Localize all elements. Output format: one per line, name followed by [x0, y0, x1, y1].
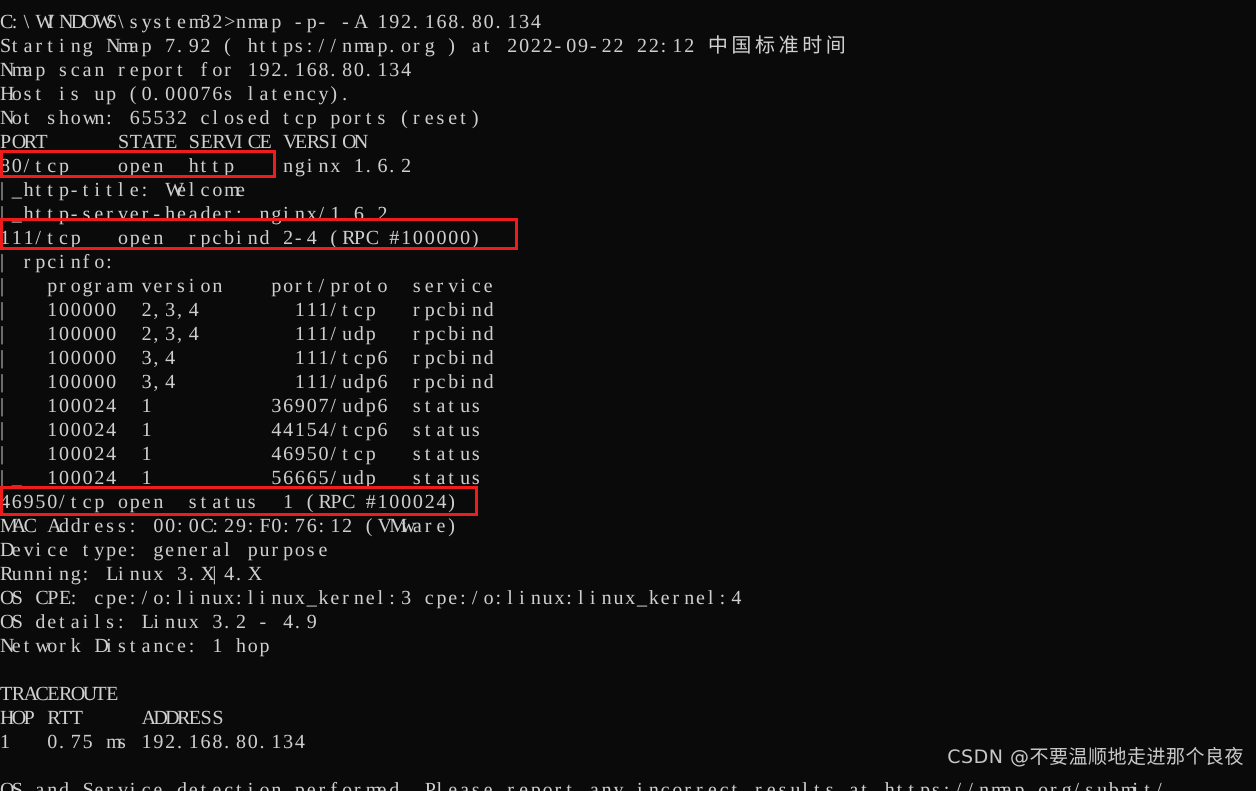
console-line: Nma p scan r e por t f or 192. 168. 80. 134: [0, 59, 412, 81]
console-line: St a r t i ng Nma p 7. 92 ( ht t ps: / / nma p. or g ) …: [0, 35, 846, 57]
console-line: | 100024 1 44154/t c p6 s t a t us: [0, 419, 480, 441]
console-line: | 100000 2, 3, 4 111/udp r pc bi nd: [0, 323, 494, 345]
console-line: MAC Addr e s s: 00: 0C: 29: F0: 76: 12 (VMwa r e): [0, 515, 455, 537]
console-line: | 100000 3, 4 111/t c p6 r pc bi nd: [0, 347, 494, 369]
console-line: OS a nd Se r vi c e de t e c t i on pe r f or me d. Pl e a…: [0, 779, 1162, 791]
console-line: | _ht t p-t i t l e: We l c ome: [0, 179, 245, 201]
csdn-watermark: CSDN @不要温顺地走进那个良夜: [947, 746, 1244, 768]
console-line: C: \ WI NDOWS\ s ys t e m32>nma p - p- -A 192. 168.…: [0, 11, 541, 33]
console-line: 46950/t c p ope n s t a t us 1 (RPC #100024): [0, 491, 455, 513]
console-line: | 100000 2, 3, 4 111/t c p r pc bi nd: [0, 299, 494, 321]
console-line: | _ 100024 1 56665/udp s t a t us: [0, 467, 480, 489]
console-line: OS CPE: c pe: / o: l i nux: l i nux_ke r ne l:3 c pe:…: [0, 587, 742, 609]
console-line: | 100024 1 46950/t c p s t a t us: [0, 443, 480, 465]
console-line: Not s hown: 65532 c l os e d tcp por t s (r e s e t…: [0, 107, 479, 129]
console-line: | pr ogr a m ve r s i on por t / pr ot o s e r vi c e: [0, 275, 493, 297]
terminal-window[interactable]: C: \ WI NDOWS\ s ys t e m32>nma p - p- -A 192. 168.…: [0, 0, 1256, 791]
console-line: De vi c e t ype: ge ne r a l pur pos e: [0, 539, 328, 561]
console-line: 80/t c p ope n ht t p ngi nx 1. 6. 2: [0, 155, 412, 177]
console-line: | r pc i nf o:: [0, 251, 112, 273]
console-line: PORT STATE SERVI CE VERSI ON: [0, 131, 369, 153]
console-line: Hos t is up (0. 00076s l a t e nc y).: [0, 83, 348, 105]
console-line: OS de t a i l s: Li nux 3. 2 - 4. 9: [0, 611, 317, 633]
console-line: | _ht t p-s e r ve r - he a de r: ngi nx/1. 6. 2: [0, 203, 388, 225]
console-line: | 100000 3, 4 111/udp6 r pc bi nd: [0, 371, 494, 393]
console-line: HOP RTT ADDRESS: [0, 707, 224, 729]
console-line: TRACEROUTE: [0, 683, 119, 705]
console-line: | 100024 1 36907/udp6 s t a t us: [0, 395, 480, 417]
console-line: Runni ng: Li nux 3. X| 4. X: [0, 563, 263, 585]
console-line: 1 0. 75 ms 192. 168. 80. 134: [0, 731, 305, 753]
console-line: Ne t wor k Di s t a nc e: 1 hop: [0, 635, 270, 657]
console-line: 111/t c p ope n r pc bi nd 2- 4 (RPC #100000): [0, 227, 479, 249]
